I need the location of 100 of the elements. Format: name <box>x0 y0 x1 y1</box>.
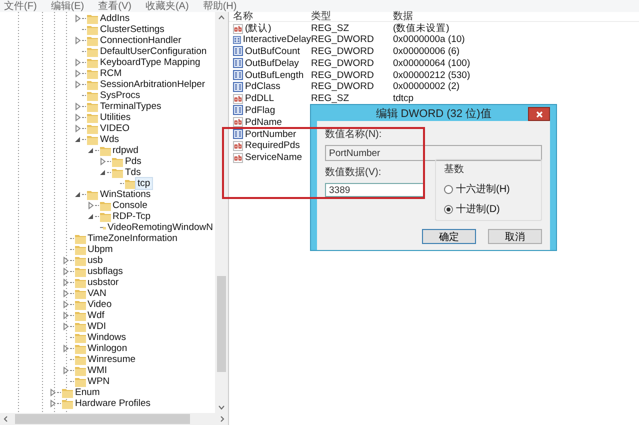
menu-item[interactable]: 编辑(E) <box>50 0 84 12</box>
tree-item[interactable]: WPN <box>86 376 112 387</box>
tree-item[interactable]: VideoRemotingWindowN <box>106 222 215 233</box>
tree-item[interactable]: usb <box>86 255 105 266</box>
tree-item[interactable]: VAN <box>86 288 108 299</box>
expand-arrow-icon[interactable] <box>73 113 82 122</box>
tree-item[interactable]: rdpwd <box>110 145 140 156</box>
tree-item[interactable]: TerminalTypes <box>98 101 164 112</box>
tree-item[interactable]: Wdf <box>86 310 106 321</box>
horizontal-scrollbar[interactable] <box>0 413 228 425</box>
tree-item[interactable]: VIDEO <box>98 123 132 134</box>
tree-item[interactable]: Utilities <box>98 112 133 123</box>
tree-item[interactable]: Ubpm <box>86 244 115 255</box>
radio-label[interactable]: 十进制(D) <box>456 202 500 216</box>
tree-item[interactable]: Hardware Profiles <box>73 398 152 409</box>
tree-item[interactable]: tcp <box>136 178 152 189</box>
tree-item[interactable]: RCM <box>98 68 124 79</box>
expand-arrow-icon[interactable] <box>60 300 70 309</box>
tree-item[interactable]: WDI <box>86 321 108 332</box>
scroll-thumb[interactable] <box>15 414 190 424</box>
column-header[interactable]: 数据 <box>393 12 639 21</box>
folder-icon <box>74 344 86 354</box>
tree-item[interactable]: Winresume <box>86 354 138 365</box>
value-name[interactable]: PdName <box>245 116 282 128</box>
tree-item[interactable]: usbstor <box>86 277 121 288</box>
value-name[interactable]: ServiceName <box>245 152 302 164</box>
tree-item[interactable]: WinStations <box>98 189 153 200</box>
tree-item[interactable]: RDP-Tcp <box>110 211 153 222</box>
expand-arrow-icon[interactable] <box>48 399 57 408</box>
menu-item[interactable]: 收藏夹(A) <box>145 0 189 12</box>
expand-arrow-icon[interactable] <box>60 311 70 320</box>
expand-arrow-icon[interactable] <box>73 102 82 111</box>
tree-item[interactable]: Pds <box>123 156 144 167</box>
radio-button[interactable] <box>444 184 453 194</box>
value-data-field[interactable]: 3389 <box>325 183 425 197</box>
value-name[interactable]: OutBufCount <box>245 46 300 57</box>
value-name[interactable]: RequiredPds <box>245 140 300 152</box>
value-name[interactable]: PdFlag <box>245 104 276 116</box>
expand-arrow-icon[interactable] <box>60 267 70 276</box>
collapse-arrow-icon[interactable] <box>73 135 82 144</box>
cancel-button[interactable]: 取消 <box>488 229 542 244</box>
tree-item[interactable]: ConnectionHandler <box>98 35 184 46</box>
collapse-arrow-icon[interactable] <box>73 190 82 199</box>
collapse-arrow-icon[interactable] <box>86 146 94 155</box>
tree-item[interactable]: KeyboardType Mapping <box>98 57 202 68</box>
expand-arrow-icon[interactable] <box>98 157 107 166</box>
scroll-thumb[interactable] <box>217 276 226 372</box>
value-type: REG_SZ <box>311 93 350 104</box>
expand-arrow-icon[interactable] <box>60 256 70 265</box>
radio-button[interactable] <box>444 204 453 214</box>
expand-arrow-icon[interactable] <box>73 58 82 67</box>
tree-item[interactable]: WMI <box>86 365 110 376</box>
tree-item[interactable]: SessionArbitrationHelper <box>98 79 208 90</box>
expand-arrow-icon[interactable] <box>73 14 82 23</box>
tree-item[interactable]: TimeZoneInformation <box>86 233 180 244</box>
binary-value-icon <box>233 105 243 116</box>
expand-arrow-icon[interactable] <box>60 344 70 353</box>
ok-button[interactable]: 确定 <box>422 229 476 244</box>
expand-arrow-icon[interactable] <box>60 278 70 287</box>
value-name[interactable]: OutBufDelay <box>245 58 299 69</box>
tree-item[interactable]: Enum <box>73 387 102 398</box>
expand-arrow-icon[interactable] <box>86 201 94 210</box>
expand-arrow-icon[interactable] <box>73 80 82 89</box>
value-name[interactable]: (默认) <box>245 22 272 35</box>
column-header[interactable]: 名称 <box>233 12 311 21</box>
tree-item[interactable]: Tds <box>123 167 143 178</box>
expand-arrow-icon[interactable] <box>60 366 70 375</box>
tree-item[interactable]: Wds <box>98 134 121 145</box>
expand-arrow-icon[interactable] <box>73 36 82 45</box>
tree-item[interactable]: Windows <box>86 332 128 343</box>
close-icon <box>536 110 542 118</box>
expand-arrow-icon[interactable] <box>60 322 70 331</box>
radio-label[interactable]: 十六进制(H) <box>456 182 510 196</box>
tree-item[interactable]: DefaultUserConfiguration <box>98 46 209 57</box>
value-name[interactable]: OutBufLength <box>245 70 304 81</box>
tree-item[interactable]: Console <box>110 200 150 211</box>
column-header[interactable]: 类型 <box>311 12 393 21</box>
value-name[interactable]: PortNumber <box>245 128 296 140</box>
tree-item[interactable]: Winlogon <box>86 343 130 354</box>
expand-arrow-icon[interactable] <box>73 69 82 78</box>
value-name-field[interactable]: PortNumber <box>325 145 542 161</box>
collapse-arrow-icon[interactable] <box>98 168 107 177</box>
tree-item[interactable]: usbflags <box>86 266 125 277</box>
close-button[interactable] <box>528 107 550 121</box>
expand-arrow-icon[interactable] <box>48 388 57 397</box>
tree-item[interactable]: AddIns <box>98 13 132 24</box>
tree-item[interactable]: Video <box>86 299 114 310</box>
value-name[interactable]: InteractiveDelay <box>242 34 311 46</box>
expand-arrow-icon[interactable] <box>60 289 70 298</box>
tree-item[interactable]: ClusterSettings <box>98 24 166 35</box>
tree-item[interactable]: SysProcs <box>98 90 142 101</box>
vertical-scrollbar[interactable] <box>215 12 228 413</box>
menu-item[interactable]: 查看(V) <box>98 0 132 12</box>
menu-item[interactable]: 帮助(H) <box>202 0 237 12</box>
value-name[interactable]: PdDLL <box>245 93 274 104</box>
value-name[interactable]: PdClass <box>245 81 280 92</box>
collapse-arrow-icon[interactable] <box>86 212 94 221</box>
menu-item[interactable]: 文件(F) <box>4 0 37 12</box>
expand-arrow-icon[interactable] <box>73 124 82 133</box>
folder-icon <box>74 234 86 244</box>
